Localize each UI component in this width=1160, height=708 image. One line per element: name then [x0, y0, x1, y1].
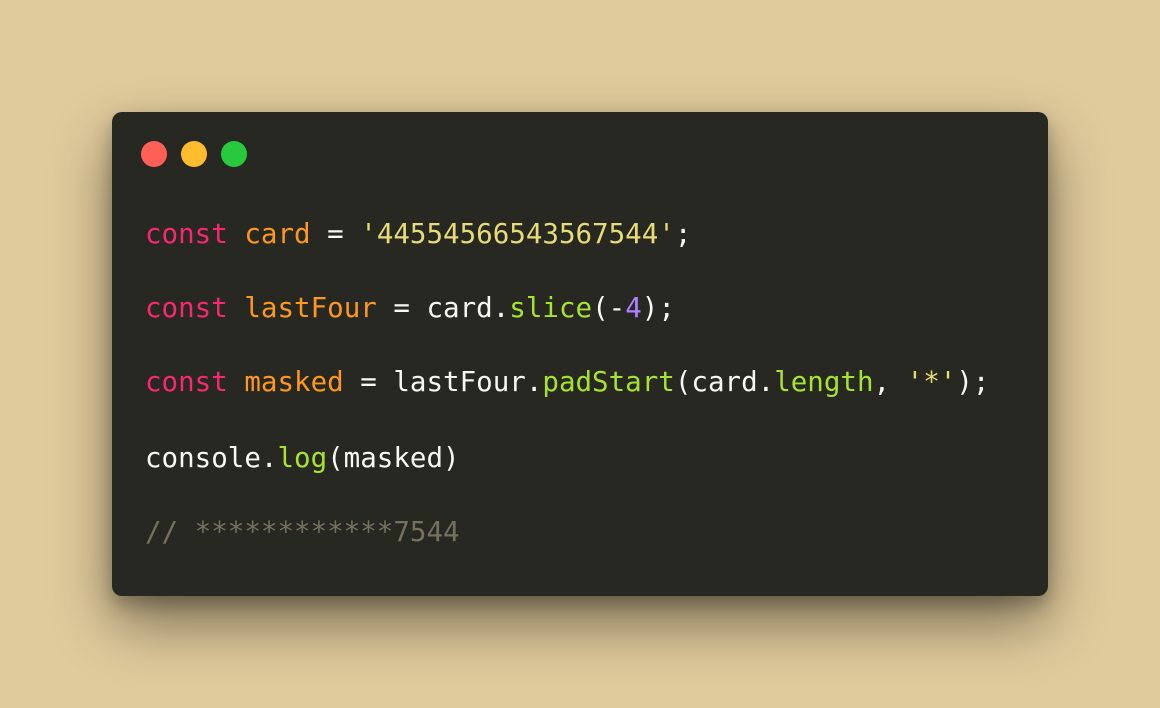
string-card-number: '44554566543567544': [360, 218, 675, 250]
code-line-4: console.log(masked): [145, 442, 460, 474]
code-line-1: const card = '44554566543567544';: [145, 218, 691, 250]
object-lastfour: lastFour.: [393, 366, 543, 398]
code-window: const card = '44554566543567544'; const …: [112, 112, 1048, 596]
maximize-window-button[interactable]: [221, 141, 247, 167]
method-padstart: padStart: [542, 366, 675, 398]
operator-assign: =: [376, 292, 427, 324]
variable-lastfour: lastFour: [244, 292, 377, 324]
arg-card: (card.: [674, 366, 775, 398]
keyword-const: const: [145, 218, 228, 250]
variable-masked: masked: [244, 366, 344, 398]
operator-assign: =: [310, 218, 361, 250]
keyword-const: const: [145, 366, 228, 398]
method-log: log: [277, 442, 328, 474]
comma: ,: [873, 366, 907, 398]
property-length: length: [774, 366, 874, 398]
code-line-5: // ************7544: [145, 516, 460, 548]
code-block: const card = '44554566543567544'; const …: [145, 112, 989, 548]
semicolon: ;: [674, 218, 692, 250]
paren-close: );: [641, 292, 675, 324]
string-asterisk: '*': [906, 366, 957, 398]
arg-masked: (masked): [327, 442, 460, 474]
keyword-const: const: [145, 292, 228, 324]
variable-card: card: [244, 218, 311, 250]
code-line-2: const lastFour = card.slice(-4);: [145, 292, 675, 324]
object-console: console.: [145, 442, 278, 474]
number-4: 4: [625, 292, 642, 324]
method-slice: slice: [509, 292, 593, 324]
code-line-3: const masked = lastFour.padStart(card.le…: [145, 366, 989, 398]
operator-assign: =: [343, 366, 394, 398]
object-card: card.: [426, 292, 510, 324]
paren-close: );: [956, 366, 990, 398]
paren-open: (-: [592, 292, 626, 324]
comment-output: // ************7544: [145, 516, 460, 548]
